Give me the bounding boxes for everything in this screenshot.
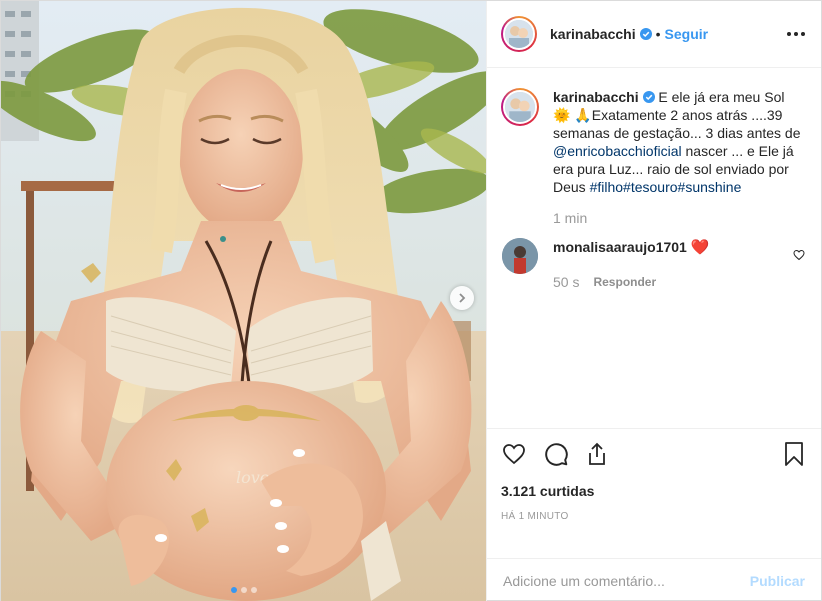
carousel-dot-3 [250,587,257,593]
comment-like-heart-icon[interactable] [793,248,805,264]
post-caption: karinabacchi E ele já era meu Sol 🌞 🙏Exa… [501,88,805,196]
comment-time[interactable]: 50 s [553,274,579,290]
comment-item: monalisaaraujo1701 ❤️ 50 s Responder [501,238,805,290]
share-icon[interactable] [585,441,609,470]
author-username[interactable]: karinabacchi [550,26,636,42]
pray-emoji: 🙏 [574,107,592,123]
publish-button[interactable]: Publicar [750,573,805,589]
avatar-image [505,92,535,122]
sun-emoji: 🌞 [553,107,571,123]
likes-count[interactable]: 3.121 curtidas [501,483,805,499]
carousel-next-button[interactable] [450,286,474,310]
commenter-username[interactable]: monalisaaraujo1701 [553,239,687,255]
post-header: karinabacchi • Seguir [487,1,821,68]
carousel-dot-1 [230,587,237,593]
caption-username[interactable]: karinabacchi [553,89,639,105]
more-options-icon[interactable] [787,32,805,36]
post-image: love [1,1,486,601]
instagram-post: love karinabacchi • Seguir karinabacchi … [0,0,822,601]
like-heart-icon[interactable] [501,442,527,469]
verified-badge-icon [642,89,655,105]
verified-badge-icon [639,28,652,40]
carousel-dot-2 [240,587,247,593]
hashtag-links[interactable]: #filho#tesouro#sunshine [590,179,742,195]
post-actions: 3.121 curtidas HÁ 1 MINUTO [487,428,821,558]
commenter-avatar[interactable] [502,238,538,274]
add-comment-bar: Publicar [487,558,821,601]
post-sidebar: karinabacchi • Seguir karinabacchi E ele… [486,1,821,601]
bookmark-icon[interactable] [783,441,805,470]
comment-input[interactable] [503,572,750,589]
chevron-right-icon [459,293,466,303]
reply-button[interactable]: Responder [593,275,656,289]
follow-button[interactable]: Seguir [665,26,709,42]
header-separator: • [655,26,661,42]
avatar-image [505,20,533,48]
comments-section: karinabacchi E ele já era meu Sol 🌞 🙏Exa… [487,68,821,428]
caption-text: karinabacchi E ele já era meu Sol 🌞 🙏Exa… [553,88,803,196]
caption-time[interactable]: 1 min [553,210,805,226]
caption-text-part1: E ele já era meu Sol [658,89,785,105]
post-timestamp[interactable]: HÁ 1 MINUTO [501,511,805,522]
heart-emoji: ❤️ [690,239,710,256]
post-photo[interactable]: love [1,1,486,601]
comment-bubble-icon[interactable] [543,441,569,470]
carousel-indicator [1,587,486,593]
caption-avatar[interactable] [501,88,539,126]
avatar-image [502,238,538,274]
author-avatar[interactable] [501,16,537,52]
mention-link[interactable]: @enricobacchioficial [553,143,682,159]
